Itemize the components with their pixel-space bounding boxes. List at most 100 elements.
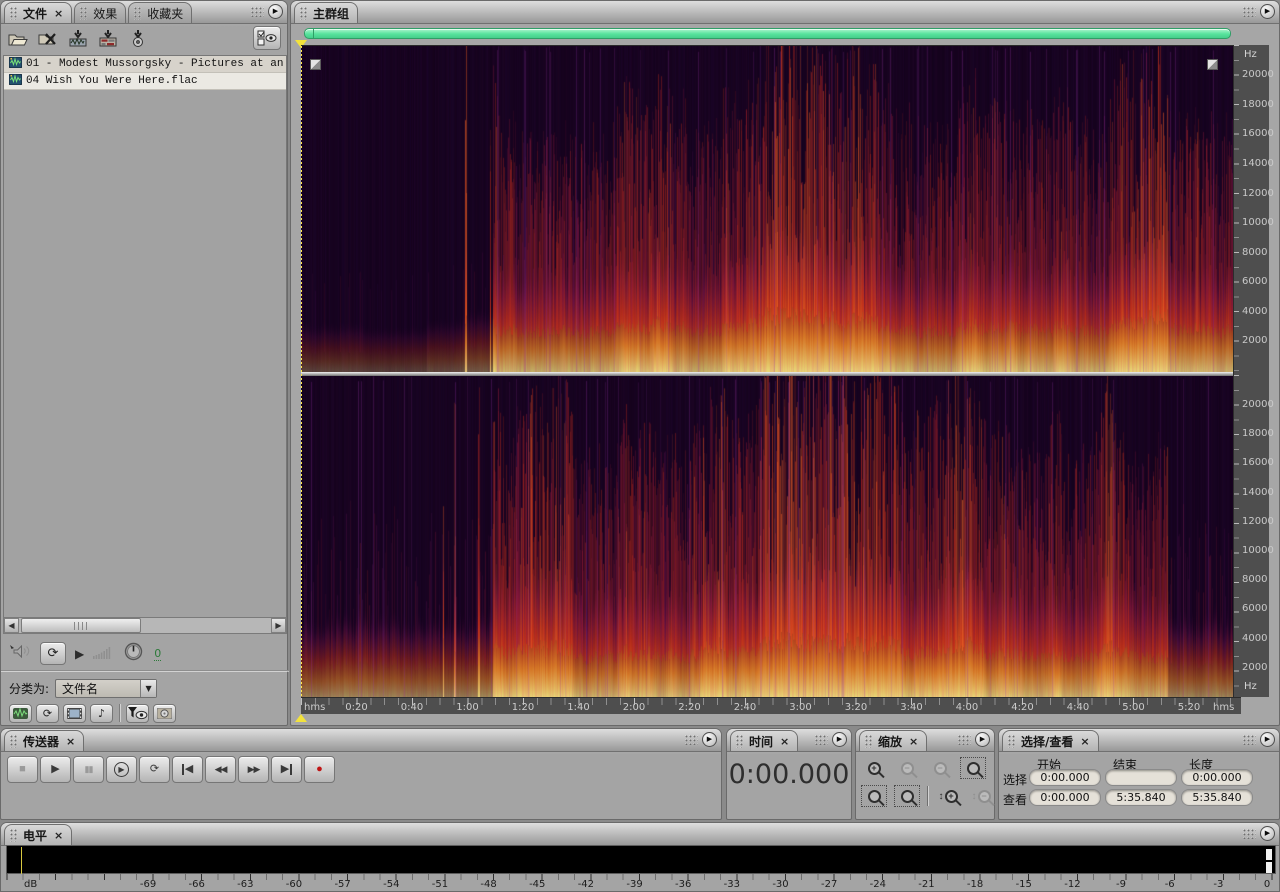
db-tick-label: -36 xyxy=(675,879,692,890)
panel-grip-icon xyxy=(1243,828,1256,839)
value-field[interactable] xyxy=(1105,769,1177,786)
playhead-marker-bottom[interactable] xyxy=(295,714,307,722)
show-audio-files-button[interactable] xyxy=(9,703,32,723)
show-cd-files-button[interactable] xyxy=(153,703,176,723)
play-from-cursor-button[interactable]: ▶ xyxy=(106,756,137,783)
horizontal-range-scrollbar[interactable] xyxy=(304,28,1231,39)
filter-view-button[interactable] xyxy=(126,703,149,723)
close-file-button[interactable] xyxy=(37,29,59,49)
frequency-ruler[interactable]: Hz 20000 18000 16000 14000 12000 10000 8000 6000… xyxy=(1233,45,1274,697)
tab-zoom[interactable]: 缩放 × xyxy=(859,730,928,751)
tab-close-icon[interactable]: × xyxy=(1080,735,1089,748)
value-field[interactable]: 5:35.840 xyxy=(1181,789,1253,806)
fast-forward-button[interactable]: ▶▶ xyxy=(238,756,269,783)
zoom-out-horizontal-button[interactable]: − xyxy=(894,757,920,779)
play-button[interactable]: ▶ xyxy=(40,756,71,783)
main-group-panel-menu[interactable]: ▶ xyxy=(1243,4,1275,19)
tab-selection-view[interactable]: 选择/查看 × xyxy=(1002,730,1099,751)
boundary-handle-left-icon[interactable] xyxy=(310,59,321,70)
sort-select[interactable]: 文件名 ▼ xyxy=(55,678,158,698)
timeline-tick-label: 4:20 xyxy=(1011,702,1034,713)
tab-favorites[interactable]: 收藏夹 xyxy=(128,2,193,23)
tab-levels[interactable]: 电平 × xyxy=(4,824,73,845)
tab-close-icon[interactable]: × xyxy=(66,735,75,748)
volume-bars-icon[interactable] xyxy=(93,644,115,663)
zoom-selection-left-button[interactable] xyxy=(861,785,887,807)
time-display[interactable]: 0:00.000 xyxy=(727,759,851,790)
zoom-in-horizontal-button[interactable]: + xyxy=(861,757,887,779)
value-field[interactable]: 0:00.000 xyxy=(1029,789,1101,806)
spectrogram-channel-right[interactable] xyxy=(301,376,1233,698)
spectrogram-channel-left[interactable] xyxy=(301,46,1233,372)
value-field[interactable]: 0:00.000 xyxy=(1029,769,1101,786)
boundary-handle-right-icon[interactable] xyxy=(1207,59,1218,70)
file-list-item[interactable]: 04 Wish You Were Here.flac xyxy=(4,73,286,90)
zoom-selection-right-button[interactable] xyxy=(894,785,920,807)
zoom-panel-menu[interactable]: ▶ xyxy=(958,732,990,747)
import-session-button[interactable] xyxy=(97,29,119,49)
clip-indicator-bottom[interactable] xyxy=(1266,862,1272,873)
transport-panel-menu[interactable]: ▶ xyxy=(685,732,717,747)
show-loop-files-button[interactable]: ⟳ xyxy=(36,703,59,723)
zoom-to-selection-button[interactable] xyxy=(960,757,986,779)
tab-label: 文件 xyxy=(23,6,48,21)
preview-volume-value[interactable]: 0 xyxy=(154,647,162,661)
chevron-down-icon[interactable]: ▼ xyxy=(140,679,157,697)
go-to-end-button[interactable]: ▶ xyxy=(271,756,302,783)
record-button[interactable]: ● xyxy=(304,756,335,783)
tab-close-icon[interactable]: × xyxy=(54,829,63,842)
tab-label: 电平 xyxy=(23,828,48,843)
timeline-tick-label: 4:00 xyxy=(955,702,979,713)
auto-play-icon[interactable] xyxy=(9,644,31,663)
import-file-button[interactable] xyxy=(7,29,29,49)
loop-play-button[interactable]: ⟳ xyxy=(139,756,170,783)
tab-time[interactable]: 时间 × xyxy=(730,730,799,751)
import-audio-button[interactable] xyxy=(67,29,89,49)
preview-play-button[interactable]: ▶ xyxy=(75,647,84,661)
files-panel-menu[interactable]: ▶ xyxy=(251,4,283,19)
clip-indicator-top[interactable] xyxy=(1266,849,1272,860)
tab-close-icon[interactable]: × xyxy=(780,735,789,748)
go-to-start-button[interactable]: ◀ xyxy=(172,756,203,783)
freq-tick-label: 18000 xyxy=(1242,428,1274,440)
zoom-in-vertical-button[interactable]: ↕ + xyxy=(935,785,961,807)
zoom-out-full-button[interactable]: − xyxy=(927,757,953,779)
tab-effects[interactable]: 效果 xyxy=(74,2,127,23)
tab-main-group[interactable]: 主群组 xyxy=(294,2,359,23)
timeline-tick-label: 4:40 xyxy=(1066,702,1090,713)
files-horizontal-scrollbar[interactable]: ◀ ▶ xyxy=(3,617,287,634)
value-field[interactable]: 0:00.000 xyxy=(1181,769,1253,786)
panel-grip-icon xyxy=(1243,6,1256,17)
pause-button[interactable]: ▮▮ xyxy=(73,756,104,783)
tab-close-icon[interactable]: × xyxy=(54,7,63,20)
file-list-item[interactable]: 01 - Modest Mussorgsky - Pictures at an xyxy=(4,56,286,73)
show-midi-files-button[interactable]: ♪ xyxy=(90,703,113,723)
value-field[interactable]: 5:35.840 xyxy=(1105,789,1177,806)
zoom-panel: 缩放 × ▶ + − − ↕ + ↕ − xyxy=(855,728,995,820)
preview-loop-button[interactable]: ⟳ xyxy=(40,642,66,665)
scroll-left-icon[interactable]: ◀ xyxy=(4,618,19,633)
level-meter[interactable] xyxy=(6,845,1276,874)
spectral-display[interactable] xyxy=(301,45,1233,698)
zoom-tabbar: 缩放 × ▶ xyxy=(856,729,994,752)
scrollbar-thumb[interactable] xyxy=(21,618,141,633)
levels-panel-menu[interactable]: ▶ xyxy=(1243,826,1275,841)
row-label: 选择 xyxy=(1003,773,1028,787)
stop-button[interactable]: ■ xyxy=(7,756,38,783)
show-options-button[interactable] xyxy=(253,26,281,50)
zoom-out-vertical-button[interactable]: ↕ − xyxy=(968,785,994,807)
rewind-button[interactable]: ◀◀ xyxy=(205,756,236,783)
scroll-right-icon[interactable]: ▶ xyxy=(271,618,286,633)
file-list[interactable]: 01 - Modest Mussorgsky - Pictures at an 0… xyxy=(3,55,287,617)
import-cd-button[interactable] xyxy=(127,29,149,49)
timeline-ruler[interactable]: hms hms 0:20 0:40 1:00 1:20 1:40 2:00 2:20 2:40 3:… xyxy=(301,697,1241,714)
timeline-tick-label: 2:40 xyxy=(733,702,757,713)
tab-transport[interactable]: 传送器 × xyxy=(4,730,85,751)
panel-menu-icon: ▶ xyxy=(1260,4,1275,19)
show-video-files-button[interactable] xyxy=(63,703,86,723)
volume-knob[interactable] xyxy=(124,642,143,665)
selection-view-panel-menu[interactable]: ▶ xyxy=(1243,732,1275,747)
tab-close-icon[interactable]: × xyxy=(909,735,918,748)
time-panel-menu[interactable]: ▶ xyxy=(815,732,847,747)
tab-files[interactable]: 文件 × xyxy=(4,2,73,23)
